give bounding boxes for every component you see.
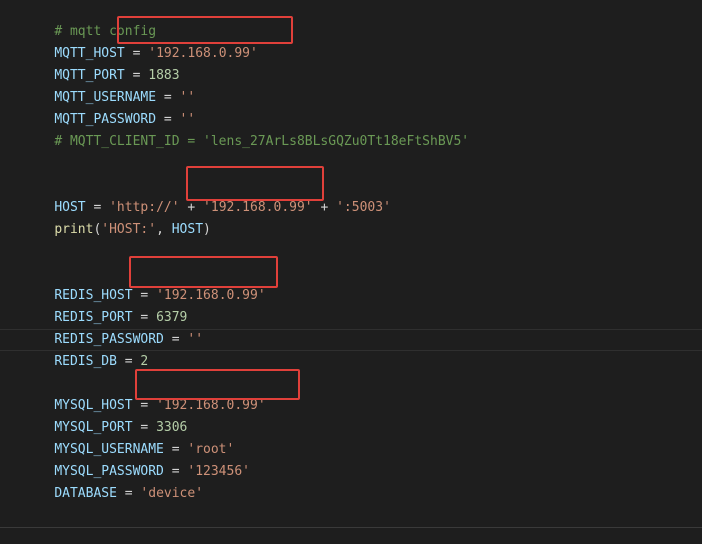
code-line-6[interactable]: # MQTT_CLIENT_ID = 'lens_27ArLs8BLsGQZu0… (23, 109, 469, 149)
print-comma: , (156, 222, 172, 237)
code-line-3[interactable]: MQTT_PORT = 1883 (23, 43, 179, 83)
database-eq: = (116, 486, 141, 501)
code-line-21[interactable]: MYSQL_PASSWORD = '123456' (23, 439, 250, 479)
code-line-20[interactable]: MYSQL_USERNAME = 'root' (23, 417, 234, 457)
database-value: 'device' (140, 486, 204, 501)
host-port: ':5003' (336, 200, 391, 215)
highlight-box-mqtt-host (117, 16, 293, 44)
redis-db-eq: = (116, 354, 141, 369)
code-line-15[interactable]: REDIS_PASSWORD = '' (23, 307, 203, 347)
highlight-box-host-ip (186, 166, 324, 201)
print-arg-host: HOST (171, 222, 204, 237)
redis-db-name: REDIS_DB (54, 354, 117, 369)
print-arg-label: 'HOST:' (101, 222, 157, 237)
code-line-4[interactable]: MQTT_USERNAME = '' (23, 65, 195, 105)
comment-client-id: # MQTT_CLIENT_ID = 'lens_27ArLs8BLsGQZu0… (54, 134, 470, 149)
code-line-22[interactable]: DATABASE = 'device' (23, 461, 203, 501)
host-ip: '192.168.0.99' (203, 200, 313, 215)
highlight-box-redis-host (129, 256, 278, 288)
bottom-divider (0, 527, 702, 528)
code-line-14[interactable]: REDIS_PORT = 6379 (23, 285, 187, 325)
code-line-5[interactable]: MQTT_PASSWORD = '' (23, 87, 195, 127)
host-plus-2: + (312, 200, 337, 215)
highlight-box-mysql-host (135, 369, 300, 400)
redis-db-value: 2 (140, 354, 149, 369)
redis-password-value: '' (187, 332, 204, 347)
redis-password-eq: = (163, 332, 188, 347)
code-line-16[interactable]: REDIS_DB = 2 (23, 329, 148, 369)
database-name: DATABASE (54, 486, 117, 501)
code-line-10[interactable]: print('HOST:', HOST) (23, 197, 211, 237)
print-close-paren: ) (203, 222, 211, 237)
code-editor[interactable]: # mqtt config MQTT_HOST = '192.168.0.99'… (0, 0, 702, 528)
print-function: print (54, 222, 94, 237)
